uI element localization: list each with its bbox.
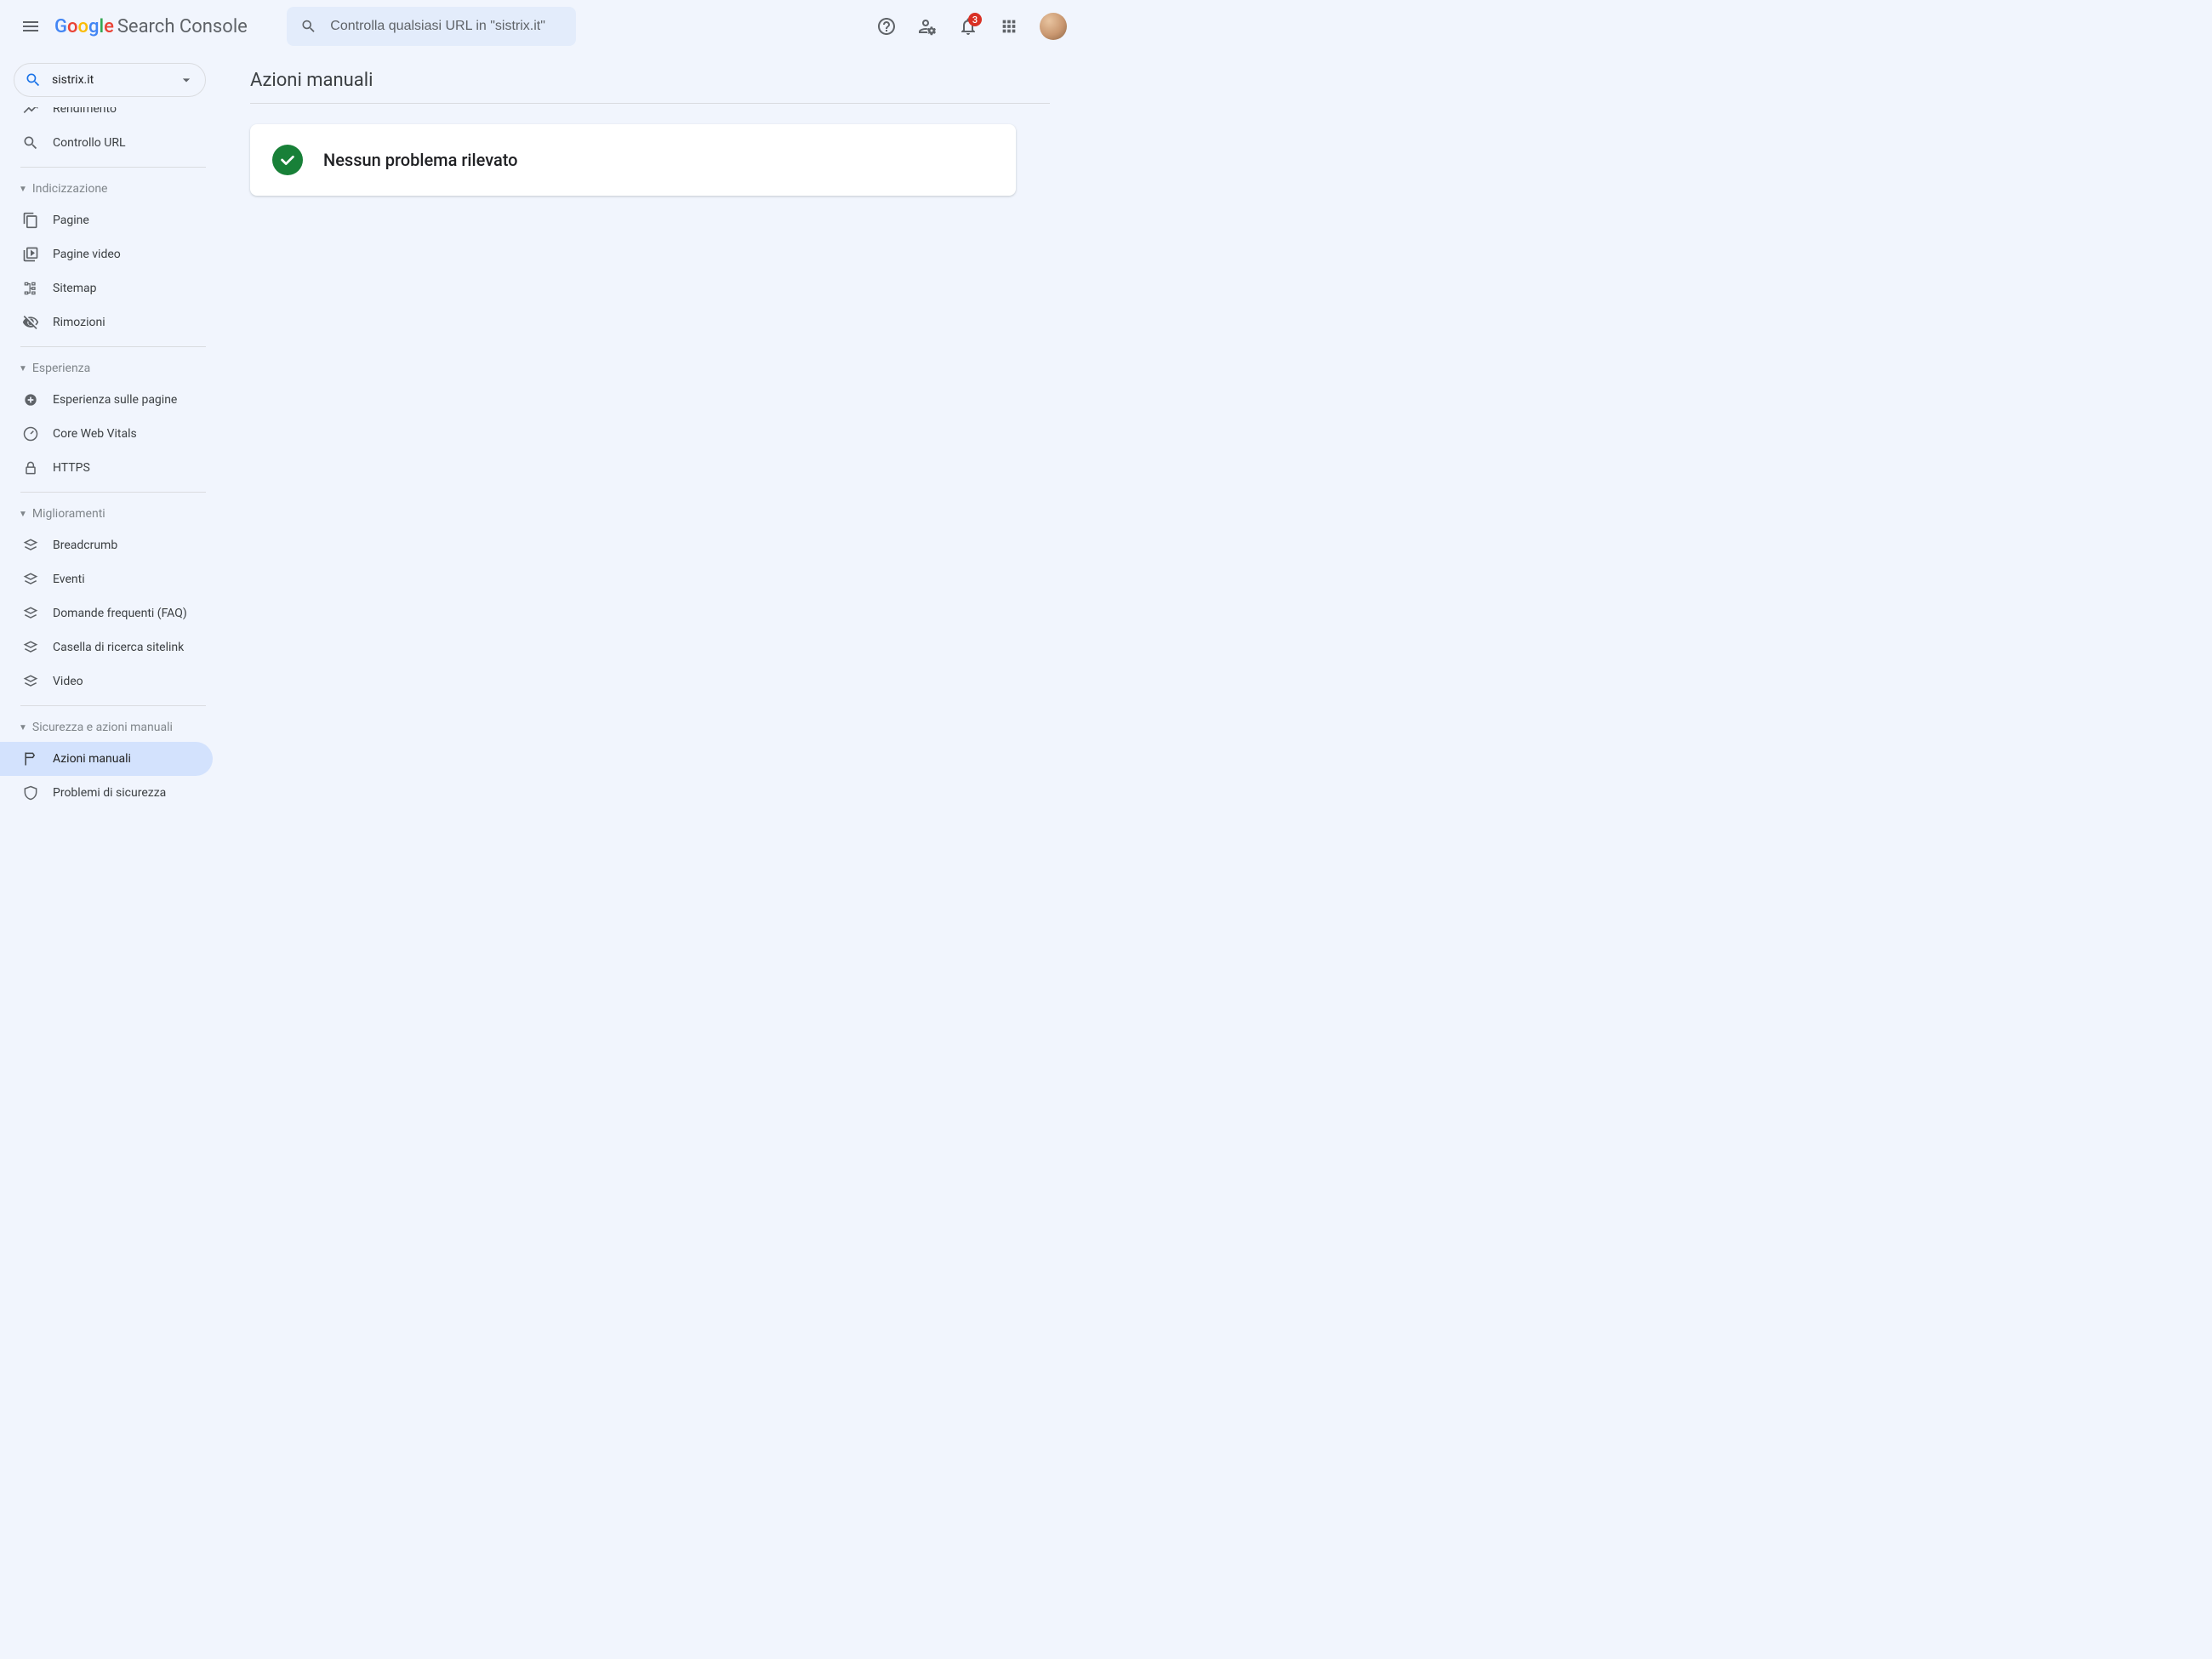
notification-badge: 3 [968, 13, 982, 26]
sidebar-item-label: Sitemap [53, 282, 96, 295]
divider [20, 705, 206, 706]
divider [20, 492, 206, 493]
sidebar-item-video[interactable]: Video [0, 664, 213, 698]
visibility-off-icon [22, 314, 39, 331]
section-label: Esperienza [32, 362, 90, 375]
page-title: Azioni manuali [250, 70, 1050, 103]
section-label: Indicizzazione [32, 182, 108, 196]
search-icon [300, 17, 316, 36]
property-selector[interactable]: sistrix.it [14, 63, 206, 97]
help-icon [876, 16, 897, 37]
sidebar-item-rendimento[interactable]: Rendimento [0, 107, 213, 126]
app-name: Search Console [117, 16, 248, 37]
sidebar: sistrix.it Rendimento Controllo URL ▼ In… [0, 53, 219, 810]
search-icon [25, 71, 42, 88]
sidebar-item-label: Core Web Vitals [53, 427, 137, 441]
sidebar-item-label: Azioni manuali [53, 752, 131, 766]
sidebar-item-faq[interactable]: Domande frequenti (FAQ) [0, 596, 213, 630]
status-message: Nessun problema rilevato [323, 150, 518, 170]
layers-icon [22, 571, 39, 588]
sidebar-item-label: Domande frequenti (FAQ) [53, 607, 187, 620]
property-name: sistrix.it [52, 73, 178, 87]
shield-icon [22, 784, 39, 801]
triangle-down-icon: ▼ [19, 723, 27, 733]
layers-icon [22, 639, 39, 656]
sidebar-item-sitemap[interactable]: Sitemap [0, 271, 213, 305]
sitemap-icon [22, 280, 39, 297]
menu-toggle-button[interactable] [14, 9, 48, 43]
sidebar-item-label: Video [53, 675, 83, 688]
sidebar-item-pagine[interactable]: Pagine [0, 203, 213, 237]
sidebar-item-eventi[interactable]: Eventi [0, 562, 213, 596]
sidebar-item-breadcrumb[interactable]: Breadcrumb [0, 528, 213, 562]
google-logo: Google [54, 16, 114, 37]
status-card: Nessun problema rilevato [250, 124, 1016, 196]
sidebar-item-controllo-url[interactable]: Controllo URL [0, 126, 213, 160]
section-indicizzazione[interactable]: ▼ Indicizzazione [0, 174, 219, 203]
sidebar-item-label: Pagine video [53, 248, 121, 261]
main-content: Azioni manuali Nessun problema rilevato [219, 53, 1080, 810]
trending-icon [22, 107, 39, 117]
notifications-button[interactable]: 3 [951, 9, 985, 43]
settings-users-icon [917, 16, 938, 37]
sidebar-item-label: Pagine [53, 214, 89, 227]
speed-icon [22, 425, 39, 442]
section-label: Miglioramenti [32, 507, 105, 521]
section-miglioramenti[interactable]: ▼ Miglioramenti [0, 499, 219, 528]
triangle-down-icon: ▼ [19, 510, 27, 519]
section-esperienza[interactable]: ▼ Esperienza [0, 354, 219, 383]
section-label: Sicurezza e azioni manuali [32, 721, 173, 734]
url-search-bar[interactable] [287, 7, 577, 46]
layers-icon [22, 673, 39, 690]
sidebar-item-label: HTTPS [53, 461, 90, 475]
section-sicurezza[interactable]: ▼ Sicurezza e azioni manuali [0, 713, 219, 742]
divider [250, 103, 1050, 104]
triangle-down-icon: ▼ [19, 185, 27, 194]
sidebar-item-core-web-vitals[interactable]: Core Web Vitals [0, 417, 213, 451]
header: Google Search Console 3 [0, 0, 1080, 53]
video-pages-icon [22, 246, 39, 263]
layers-icon [22, 537, 39, 554]
status-check-icon [272, 145, 303, 175]
sidebar-item-label: Esperienza sulle pagine [53, 393, 177, 407]
triangle-down-icon: ▼ [19, 364, 27, 373]
divider [20, 167, 206, 168]
header-actions: 3 [869, 9, 1067, 43]
sidebar-item-label: Eventi [53, 573, 85, 586]
flag-icon [22, 750, 39, 767]
sidebar-item-azioni-manuali[interactable]: Azioni manuali [0, 742, 213, 776]
search-icon [22, 134, 39, 151]
account-avatar[interactable] [1040, 13, 1067, 40]
sidebar-item-label: Breadcrumb [53, 539, 117, 552]
divider [20, 346, 206, 347]
check-icon [278, 151, 297, 169]
sidebar-item-rimozioni[interactable]: Rimozioni [0, 305, 213, 339]
apps-icon [1000, 17, 1018, 36]
sidebar-item-sitelink[interactable]: Casella di ricerca sitelink [0, 630, 213, 664]
sidebar-item-label: Controllo URL [53, 136, 126, 150]
url-search-input[interactable] [330, 19, 562, 34]
sidebar-item-esperienza-pagine[interactable]: Esperienza sulle pagine [0, 383, 213, 417]
lock-icon [22, 459, 39, 476]
sidebar-item-label: Rendimento [53, 107, 117, 116]
settings-users-button[interactable] [910, 9, 944, 43]
sidebar-item-pagine-video[interactable]: Pagine video [0, 237, 213, 271]
pages-icon [22, 212, 39, 229]
sidebar-item-label: Rimozioni [53, 316, 105, 329]
logo[interactable]: Google Search Console [54, 16, 248, 37]
circle-plus-icon [22, 391, 39, 408]
sidebar-item-label: Problemi di sicurezza [53, 786, 166, 800]
hamburger-icon [20, 16, 41, 37]
chevron-down-icon [178, 71, 195, 88]
layers-icon [22, 605, 39, 622]
sidebar-item-https[interactable]: HTTPS [0, 451, 213, 485]
sidebar-item-label: Casella di ricerca sitelink [53, 641, 184, 654]
sidebar-item-problemi-sicurezza[interactable]: Problemi di sicurezza [0, 776, 213, 810]
help-button[interactable] [869, 9, 904, 43]
apps-button[interactable] [992, 9, 1026, 43]
